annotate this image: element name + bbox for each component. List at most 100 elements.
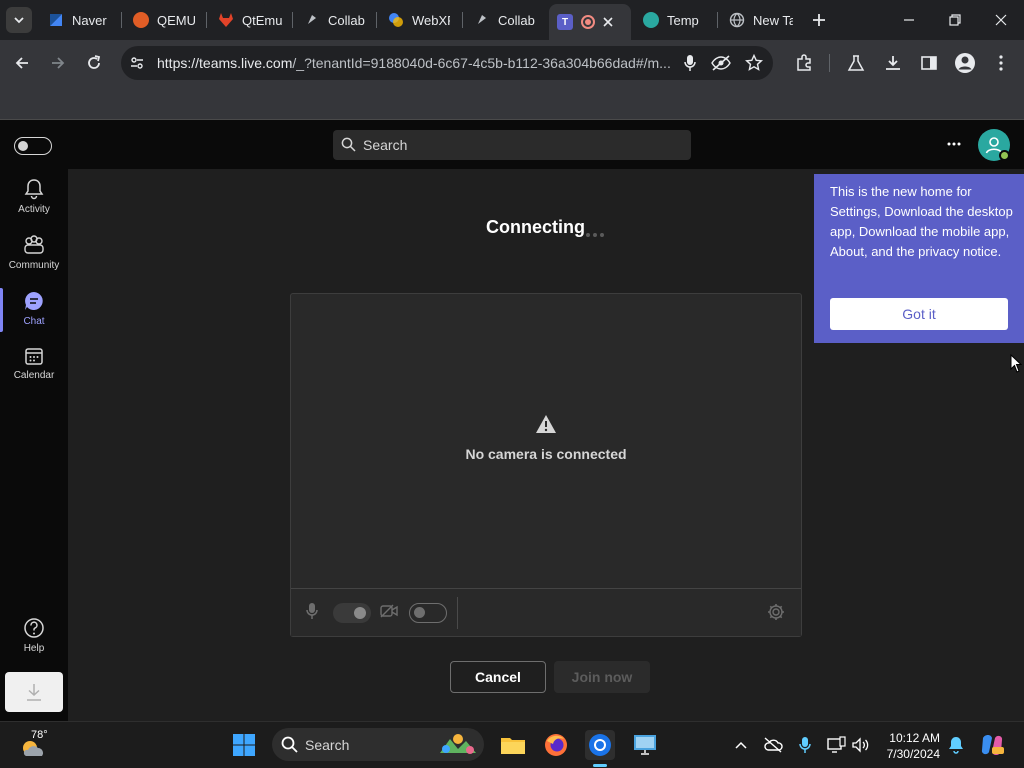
new-tab-button[interactable] [809,10,829,30]
weather-widget[interactable]: 78° [14,728,58,762]
tab-qtemu[interactable]: QtEmu [218,6,284,34]
rail-item-activity[interactable]: Activity [0,178,68,228]
close-tab-icon[interactable] [603,17,613,27]
browser-menu-button[interactable] [988,50,1014,76]
profile-button[interactable] [952,50,978,76]
close-window-button[interactable] [978,0,1024,40]
minimize-window-button[interactable] [886,0,932,40]
close-icon [995,14,1007,26]
reload-icon [88,55,101,69]
minimize-icon [904,19,914,21]
tab-search-menu-button[interactable] [6,7,32,33]
url-host: https://teams.live.com [157,55,293,71]
onedrive-tray-icon[interactable] [762,734,784,756]
temp-mail-favicon-icon [643,12,659,28]
video-preview-card: No camera is connected [290,293,802,637]
rail-item-help[interactable]: Help [0,617,68,667]
teams-header: Search [0,120,1024,169]
site-info-icon[interactable] [129,55,145,76]
downloads-button[interactable] [880,50,906,76]
monitor-icon [634,735,656,755]
tab-divider [292,12,293,28]
gitlab-favicon-icon [218,12,234,28]
tab-divider [206,12,207,28]
show-hidden-icons-button[interactable] [730,734,752,756]
recording-indicator-icon [581,15,595,29]
tab-collab-1[interactable]: Collab [304,6,366,34]
tab-new-tab[interactable]: New Ta [729,6,793,34]
new-teams-toggle[interactable] [14,137,52,155]
download-icon [27,684,41,701]
labs-button[interactable] [843,50,869,76]
microphone-permission-icon[interactable] [683,54,697,77]
warning-icon [535,414,557,439]
tab-divider [717,12,718,28]
firefox-app[interactable] [541,730,571,760]
popover-message: This is the new home for Settings, Downl… [830,184,1013,259]
tab-label: QtEmu [242,12,283,28]
more-horizontal-icon [947,142,961,146]
webxr-favicon-icon [388,12,404,28]
join-now-button[interactable]: Join now [554,661,650,693]
download-app-button[interactable] [5,672,63,712]
rail-item-calendar[interactable]: Calendar [0,346,68,396]
tab-naver[interactable]: Naver [48,6,110,34]
tab-qemu[interactable]: QEMU [133,6,195,34]
network-icon[interactable] [825,734,847,756]
settings-teaching-popover: This is the new home for Settings, Downl… [814,174,1024,343]
firefox-icon [545,734,567,756]
extensions-button[interactable] [791,50,817,76]
naver-favicon-icon [48,12,64,28]
search-placeholder: Search [363,137,408,153]
rail-label: Chat [23,316,45,327]
url-path: /_?tenantId=9188040d-6c67-4c5b-b112-36a3… [292,55,671,71]
tab-webxr[interactable]: WebXF [388,6,450,34]
chat-icon [25,292,43,310]
start-button[interactable] [229,730,259,760]
plus-icon [813,14,825,26]
tab-teams-active[interactable]: T [549,4,631,40]
tab-divider [121,12,122,28]
camera-preview-area: No camera is connected [291,294,801,588]
tab-temp-mail[interactable]: Temp [643,6,705,34]
back-button[interactable] [9,50,35,76]
rail-item-community[interactable]: Community [0,234,68,284]
microphone-in-use-icon[interactable] [794,734,816,756]
microphone-toggle[interactable] [333,603,371,623]
taskbar-search-box[interactable]: Search [272,728,484,761]
address-bar[interactable]: https://teams.live.com/_?tenantId=918804… [121,46,773,80]
tab-label: QEMU [157,12,195,28]
toolbar-divider [829,54,830,72]
got-it-button[interactable]: Got it [830,298,1008,330]
copilot-icon[interactable] [979,732,1005,758]
remote-desktop-app[interactable] [630,730,660,760]
teams-search-box[interactable]: Search [333,130,691,160]
tab-collab-2[interactable]: Collab [474,6,536,34]
volume-icon[interactable] [850,734,872,756]
connecting-title: Connecting [486,217,585,237]
reload-button[interactable] [81,50,107,76]
notifications-bell-icon[interactable] [945,734,967,756]
side-panel-icon [921,56,937,70]
device-settings-icon[interactable] [767,603,785,621]
bookmark-star-icon[interactable] [744,53,764,77]
camera-toggle[interactable] [409,603,447,623]
collab-favicon-icon [304,12,320,28]
forward-button[interactable] [45,50,71,76]
taskbar-clock[interactable]: 10:12 AM 7/30/2024 [880,730,940,762]
cancel-button[interactable]: Cancel [450,661,546,693]
rail-item-chat[interactable]: Chat [0,290,68,340]
windows-logo-icon [233,734,255,756]
url-text: https://teams.live.com/_?tenantId=918804… [157,55,671,71]
settings-and-more-button[interactable] [942,134,966,154]
help-icon [24,618,44,638]
teams-favicon-icon: T [557,14,573,30]
file-explorer-app[interactable] [498,730,528,760]
side-panel-button[interactable] [916,50,942,76]
restore-window-button[interactable] [932,0,978,40]
weather-temperature: 78° [31,729,48,741]
microphone-icon [305,602,319,620]
camera-blocked-icon[interactable] [711,55,731,76]
chrome-app[interactable] [585,730,615,760]
tab-label: Collab [328,12,365,28]
